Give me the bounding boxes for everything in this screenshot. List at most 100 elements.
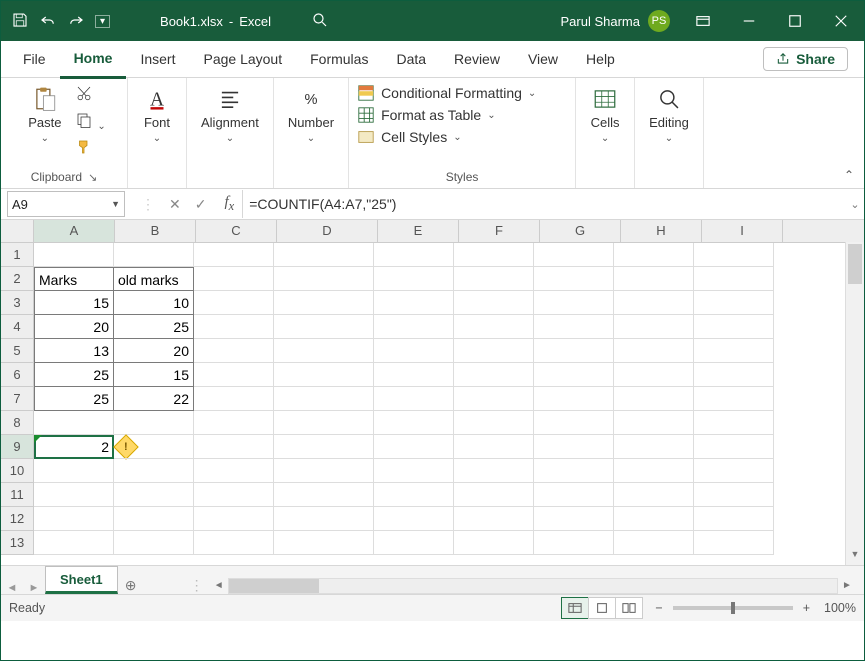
chevron-down-icon[interactable]: ▼	[111, 199, 120, 209]
column-header[interactable]: A	[34, 220, 115, 242]
cell[interactable]	[614, 291, 694, 315]
cell[interactable]	[374, 339, 454, 363]
cell[interactable]	[274, 291, 374, 315]
cell[interactable]	[534, 411, 614, 435]
paste-button[interactable]: Paste ⌄	[22, 82, 67, 146]
cell[interactable]	[694, 291, 774, 315]
vertical-scrollbar[interactable]: ▲ ▼	[845, 242, 864, 565]
cell[interactable]	[374, 531, 454, 555]
sheet-tab[interactable]: Sheet1	[45, 566, 118, 594]
cell[interactable]	[614, 531, 694, 555]
cut-icon[interactable]	[75, 84, 105, 105]
cell[interactable]: 15	[34, 291, 114, 315]
select-all-corner[interactable]	[1, 220, 34, 242]
row-header[interactable]: 3	[1, 291, 34, 315]
cell[interactable]	[194, 411, 274, 435]
add-sheet-icon[interactable]: ⊕	[118, 577, 144, 594]
user-name[interactable]: Parul Sharma	[561, 14, 640, 29]
cell[interactable]	[454, 459, 534, 483]
sheet-nav-next-icon[interactable]: ►	[23, 582, 45, 594]
scroll-down-icon[interactable]: ▼	[846, 549, 864, 565]
editing-group-button[interactable]: Editing ⌄	[643, 82, 695, 146]
cell[interactable]	[194, 243, 274, 267]
number-group-button[interactable]: % Number ⌄	[282, 82, 340, 146]
tab-formulas[interactable]: Formulas	[296, 41, 382, 77]
share-button[interactable]: Share	[763, 47, 848, 71]
cell[interactable]	[454, 363, 534, 387]
cell[interactable]	[194, 483, 274, 507]
collapse-ribbon-icon[interactable]: ⌃	[844, 168, 854, 182]
cell[interactable]	[614, 411, 694, 435]
cell[interactable]	[454, 531, 534, 555]
tab-data[interactable]: Data	[382, 41, 440, 77]
cell[interactable]	[374, 435, 454, 459]
close-icon[interactable]	[818, 1, 864, 41]
cell[interactable]	[454, 411, 534, 435]
cell[interactable]	[614, 267, 694, 291]
cell[interactable]	[534, 267, 614, 291]
sheet-nav-prev-icon[interactable]: ◄	[1, 582, 23, 594]
cell[interactable]	[374, 387, 454, 411]
format-as-table-button[interactable]: Format as Table ⌄	[357, 106, 496, 124]
cell[interactable]	[454, 507, 534, 531]
cell[interactable]	[454, 267, 534, 291]
column-header[interactable]: E	[378, 220, 459, 242]
cell[interactable]	[454, 339, 534, 363]
row-header[interactable]: 12	[1, 507, 34, 531]
cell[interactable]	[374, 483, 454, 507]
row-header[interactable]: 13	[1, 531, 34, 555]
row-header[interactable]: 7	[1, 387, 34, 411]
cell[interactable]	[194, 507, 274, 531]
cell[interactable]: 10	[114, 291, 194, 315]
formula-input[interactable]: =COUNTIF(A4:A7,"25")	[242, 190, 846, 218]
zoom-in-button[interactable]: +	[803, 601, 810, 615]
zoom-level[interactable]: 100%	[824, 601, 856, 615]
horizontal-scrollbar[interactable]	[228, 578, 838, 594]
cell[interactable]	[694, 243, 774, 267]
cell[interactable]	[454, 387, 534, 411]
view-page-layout-icon[interactable]	[588, 597, 616, 619]
column-header[interactable]: H	[621, 220, 702, 242]
conditional-formatting-button[interactable]: Conditional Formatting ⌄	[357, 84, 536, 102]
cell[interactable]	[694, 363, 774, 387]
cell[interactable]	[114, 435, 194, 459]
minimize-icon[interactable]	[726, 1, 772, 41]
cell[interactable]	[694, 387, 774, 411]
cell[interactable]	[114, 411, 194, 435]
fx-icon[interactable]: fx	[216, 194, 242, 214]
cell[interactable]	[194, 267, 274, 291]
cells-group-button[interactable]: Cells ⌄	[584, 82, 626, 146]
cell[interactable]	[274, 363, 374, 387]
cell[interactable]	[534, 459, 614, 483]
cell[interactable]	[194, 459, 274, 483]
cell[interactable]	[114, 459, 194, 483]
cell[interactable]	[194, 387, 274, 411]
row-header[interactable]: 9	[1, 435, 34, 459]
cell[interactable]	[34, 243, 114, 267]
cell[interactable]	[454, 243, 534, 267]
row-header[interactable]: 5	[1, 339, 34, 363]
cell[interactable]	[274, 411, 374, 435]
cell[interactable]	[374, 243, 454, 267]
cell[interactable]	[374, 459, 454, 483]
column-header[interactable]: I	[702, 220, 783, 242]
view-normal-icon[interactable]	[561, 597, 589, 619]
tab-view[interactable]: View	[514, 41, 572, 77]
cell[interactable]	[374, 291, 454, 315]
dialog-launcher-icon[interactable]: ↘	[88, 171, 97, 184]
qat-customize-icon[interactable]: ▾	[95, 15, 110, 28]
cell[interactable]: Marks	[34, 267, 114, 291]
cell[interactable]	[534, 243, 614, 267]
cell[interactable]	[534, 363, 614, 387]
cell[interactable]	[694, 267, 774, 291]
cell[interactable]	[374, 507, 454, 531]
cell[interactable]	[274, 267, 374, 291]
cell[interactable]	[694, 315, 774, 339]
cell[interactable]	[614, 315, 694, 339]
cell[interactable]: 25	[114, 315, 194, 339]
cell[interactable]	[114, 483, 194, 507]
cell[interactable]	[454, 483, 534, 507]
cell[interactable]	[114, 507, 194, 531]
cell[interactable]	[534, 435, 614, 459]
row-header[interactable]: 8	[1, 411, 34, 435]
